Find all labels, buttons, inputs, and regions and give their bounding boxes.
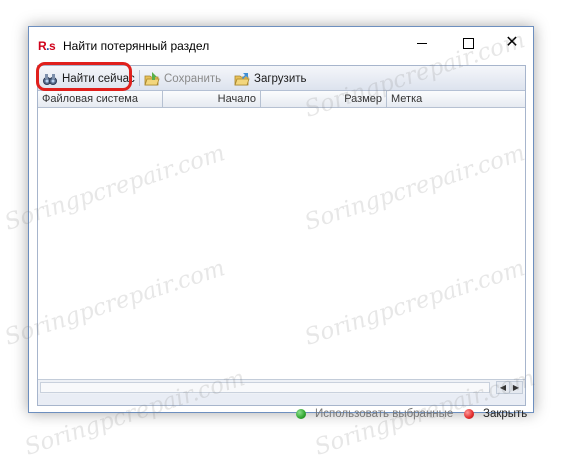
client-area: Найти сейчас Сохранить Загрузить Файлова… bbox=[36, 62, 527, 420]
load-button[interactable]: Загрузить bbox=[234, 70, 307, 87]
green-dot-icon bbox=[296, 409, 306, 419]
minimize-button[interactable] bbox=[399, 27, 445, 57]
find-now-button[interactable]: Найти сейчас bbox=[42, 70, 135, 87]
toolbar-separator bbox=[139, 70, 140, 86]
use-selected-label: Использовать выбранные bbox=[315, 408, 454, 420]
search-binoculars-icon bbox=[43, 73, 57, 85]
scroll-left-arrow-icon[interactable]: ◀ bbox=[496, 381, 510, 394]
save-label: Сохранить bbox=[164, 72, 222, 85]
app-logo: R.s bbox=[38, 39, 56, 53]
close-label: Закрыть bbox=[483, 408, 528, 420]
close-window-button[interactable]: ✕ bbox=[489, 27, 535, 57]
partition-list-header: Файловая система Начало Размер Метка bbox=[38, 91, 525, 108]
column-header-start[interactable]: Начало bbox=[163, 91, 261, 107]
red-dot-icon bbox=[464, 409, 474, 419]
scroll-right-arrow-icon[interactable]: ▶ bbox=[509, 381, 523, 394]
open-folder-icon bbox=[234, 72, 250, 85]
close-button[interactable]: Закрыть bbox=[464, 408, 527, 420]
use-selected-button[interactable]: Использовать выбранные bbox=[296, 408, 453, 420]
window-title: Найти потерянный раздел bbox=[63, 39, 210, 53]
save-folder-icon bbox=[144, 71, 160, 85]
scrollbar-thumb[interactable] bbox=[40, 382, 490, 393]
close-icon: ✕ bbox=[505, 34, 519, 51]
maximize-icon bbox=[462, 37, 474, 49]
column-header-file-system[interactable]: Файловая система bbox=[38, 91, 163, 107]
save-button[interactable]: Сохранить bbox=[144, 70, 221, 87]
load-label: Загрузить bbox=[254, 72, 307, 85]
title-bar[interactable]: R.s Найти потерянный раздел ✕ bbox=[29, 27, 533, 65]
maximize-button[interactable] bbox=[445, 27, 491, 57]
horizontal-scrollbar[interactable]: ◀ ▶ bbox=[38, 379, 525, 394]
toolbar: Найти сейчас Сохранить Загрузить bbox=[36, 62, 525, 91]
find-lost-partition-window: R.s Найти потерянный раздел ✕ Найти сейч… bbox=[28, 26, 534, 420]
column-header-label[interactable]: Метка bbox=[387, 91, 525, 107]
partition-list[interactable] bbox=[38, 108, 525, 379]
column-header-size[interactable]: Размер bbox=[261, 91, 387, 107]
find-now-label: Найти сейчас bbox=[62, 72, 135, 85]
minimize-icon bbox=[417, 42, 427, 44]
